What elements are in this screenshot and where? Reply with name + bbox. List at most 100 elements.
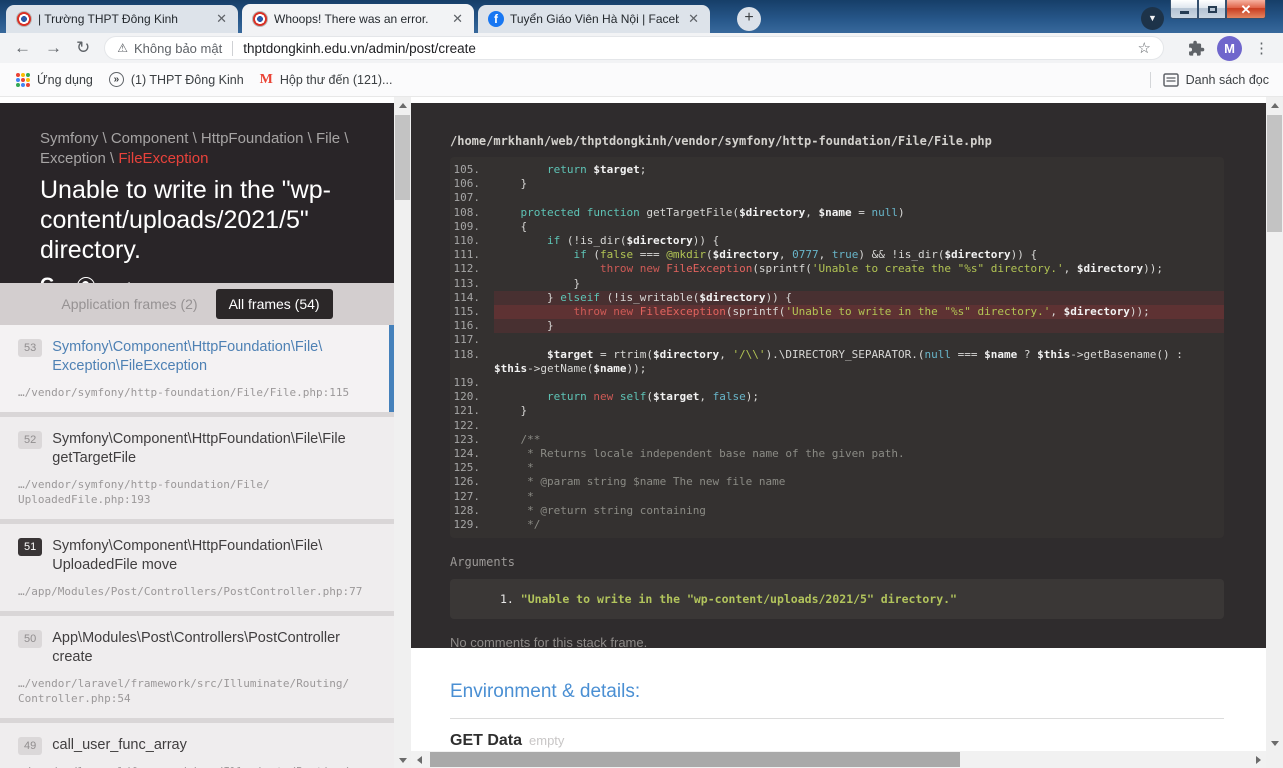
browser-tab-3[interactable]: f Tuyển Giáo Viên Hà Nội | Facebo ✕	[478, 5, 710, 33]
stack-frames-list: 53 Symfony\Component\HttpFoundation\File\…	[0, 325, 394, 768]
reading-list-label: Danh sách đọc	[1186, 73, 1269, 87]
code-line: 119.	[450, 376, 1224, 390]
argument-number: 1.	[500, 592, 521, 606]
code-panel: /home/mrkhanh/web/thptdongkinh/vendor/sy…	[411, 103, 1266, 648]
scroll-down-arrow[interactable]	[394, 752, 411, 768]
line-number: 124.	[450, 447, 494, 461]
bookmark-star-icon[interactable]: ☆	[1138, 39, 1151, 57]
profile-avatar[interactable]: M	[1217, 36, 1242, 61]
new-tab-button[interactable]: +	[737, 7, 761, 31]
scroll-left-arrow[interactable]	[411, 751, 427, 768]
reload-icon[interactable]: ↻	[76, 38, 90, 58]
stack-frame[interactable]: 51Symfony\Component\HttpFoundation\File\…	[0, 524, 394, 611]
bookmark-inbox[interactable]: M Hộp thư đến (121)...	[260, 72, 393, 88]
code-line: 106. }	[450, 177, 1224, 191]
line-number: 105.	[450, 163, 494, 177]
google-search-icon[interactable]: G	[40, 275, 55, 283]
not-secure-label[interactable]: Không bảo mật	[134, 41, 222, 56]
browser-window: | Trường THPT Đông Kinh ✕ Whoops! There …	[0, 0, 1283, 768]
bookmark-apps[interactable]: Ứng dụng	[16, 73, 93, 87]
frame-title: Symfony\Component\HttpFoundation\File\Up…	[52, 537, 378, 575]
frame-number-badge: 52	[18, 431, 42, 449]
tab-close-icon[interactable]: ✕	[213, 11, 230, 27]
scrollbar-thumb[interactable]	[395, 115, 410, 200]
arguments-label: Arguments	[450, 555, 1224, 569]
stack-frame[interactable]: 53Symfony\Component\HttpFoundation\File\…	[0, 325, 394, 412]
code-line: 118. $target = rtrim($directory, '/\\').…	[450, 348, 1224, 376]
code-line: 115. throw new FileException(sprintf('Un…	[450, 305, 1224, 319]
scrollbar-thumb[interactable]	[430, 752, 960, 767]
line-number: 115.	[450, 305, 494, 319]
code-block: 105. return $target;106. }107. 108. prot…	[450, 157, 1224, 538]
line-number: 110.	[450, 234, 494, 248]
frame-path: …/vendor/laravel/framework/src/Illuminat…	[18, 764, 378, 768]
code-line: 108. protected function getTargetFile($d…	[450, 206, 1224, 220]
tab-all-frames[interactable]: All frames (54)	[216, 289, 333, 319]
tab-title: | Trường THPT Đông Kinh	[38, 12, 207, 26]
stack-frame[interactable]: 50App\Modules\Post\Controllers\PostContr…	[0, 616, 394, 718]
line-number: 120.	[450, 390, 494, 404]
reading-list-icon	[1163, 72, 1179, 88]
menu-dots-icon[interactable]: ⋮	[1254, 39, 1269, 57]
tab-application-frames[interactable]: Application frames (2)	[61, 296, 197, 312]
extensions-puzzle-icon[interactable]	[1188, 40, 1205, 57]
url-address[interactable]: thptdongkinh.edu.vn/admin/post/create	[243, 41, 1137, 56]
page-scrollbar[interactable]	[1266, 97, 1283, 768]
window-close-button[interactable]: ✕	[1226, 0, 1266, 19]
bookmark-label: (1) THPT Đông Kinh	[131, 73, 244, 87]
stack-frame[interactable]: 52 Symfony\Component\HttpFoundation\File\…	[0, 417, 394, 519]
window-maximize-button[interactable]	[1198, 0, 1226, 19]
frames-scrollbar[interactable]	[394, 97, 411, 768]
frame-number-badge: 53	[18, 339, 42, 357]
horizontal-scrollbar[interactable]	[411, 751, 1266, 768]
back-icon[interactable]: ←	[14, 38, 31, 58]
line-number: 106.	[450, 177, 494, 191]
frame-title: App\Modules\Post\Controllers\PostControl…	[52, 629, 378, 667]
scroll-down-arrow[interactable]	[1266, 735, 1283, 751]
browser-tab-2-active[interactable]: Whoops! There was an error. ✕	[242, 4, 474, 33]
circle-chevron-icon: »	[109, 72, 124, 87]
get-data-label: GET Data	[450, 732, 522, 750]
window-minimize-button[interactable]	[1170, 0, 1198, 19]
school-logo-favicon	[16, 11, 32, 27]
not-secure-warning-icon: ⚠	[117, 41, 128, 55]
url-divider	[232, 41, 233, 56]
line-number: 112.	[450, 262, 494, 276]
scroll-right-arrow[interactable]	[1250, 751, 1266, 768]
browser-tab-1[interactable]: | Trường THPT Đông Kinh ✕	[6, 5, 238, 33]
tab-close-icon[interactable]: ✕	[449, 11, 466, 27]
stack-frame[interactable]: 49call_user_func_array…/vendor/laravel/f…	[0, 723, 394, 768]
stackoverflow-icon[interactable]	[117, 278, 133, 283]
exception-panel: Symfony \ Component \ HttpFoundation \ F…	[0, 103, 394, 768]
line-number: 126.	[450, 475, 494, 489]
exception-message: Unable to write in the "wp-content/uploa…	[40, 175, 358, 265]
url-bar[interactable]: ⚠ Không bảo mật thptdongkinh.edu.vn/admi…	[104, 36, 1164, 60]
scrollbar-thumb[interactable]	[1267, 115, 1282, 232]
reading-list[interactable]: Danh sách đọc	[1150, 72, 1269, 88]
tab-close-icon[interactable]: ✕	[685, 11, 702, 27]
code-line: 124. * Returns locale independent base n…	[450, 447, 1224, 461]
tab-search-button[interactable]: ▼	[1141, 7, 1164, 30]
argument-value: "Unable to write in the "wp-content/uplo…	[521, 592, 957, 606]
line-number: 119.	[450, 376, 494, 390]
environment-heading: Environment & details:	[450, 681, 1224, 703]
code-line: 111. if (false === @mkdir($directory, 07…	[450, 248, 1224, 262]
frame-detail-region: /home/mrkhanh/web/thptdongkinh/vendor/sy…	[411, 97, 1266, 768]
frame-file-path: /home/mrkhanh/web/thptdongkinh/vendor/sy…	[450, 103, 1224, 148]
frame-title: Symfony\Component\HttpFoundation\File\Fi…	[52, 430, 378, 468]
frame-path: …/app/Modules/Post/Controllers/PostContr…	[18, 584, 378, 599]
forward-icon[interactable]: →	[45, 38, 62, 58]
duckduckgo-icon[interactable]	[77, 277, 95, 283]
line-number: 123.	[450, 433, 494, 447]
bookmarks-divider	[1150, 72, 1151, 88]
bookmark-thpt[interactable]: » (1) THPT Đông Kinh	[109, 72, 244, 87]
line-number: 122.	[450, 419, 494, 433]
line-number: 118.	[450, 348, 494, 376]
code-line: 112. throw new FileException(sprintf('Un…	[450, 262, 1224, 276]
scroll-up-arrow[interactable]	[394, 97, 411, 113]
scroll-up-arrow[interactable]	[1266, 97, 1283, 113]
line-number: 129.	[450, 518, 494, 532]
line-number: 114.	[450, 291, 494, 305]
code-line: 105. return $target;	[450, 163, 1224, 177]
line-number: 117.	[450, 333, 494, 347]
